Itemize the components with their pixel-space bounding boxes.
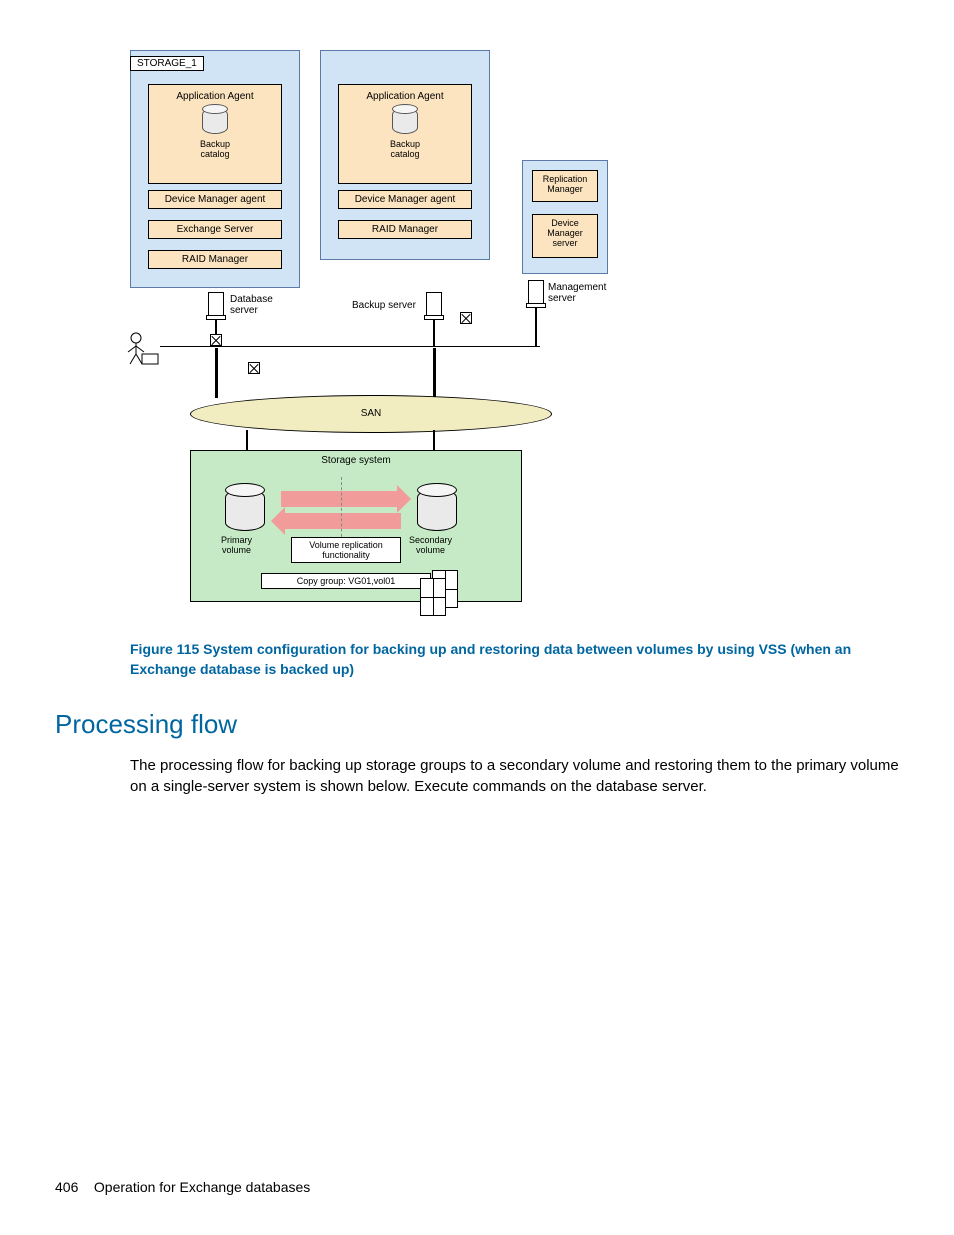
conn-line xyxy=(535,308,537,346)
san-line xyxy=(215,348,218,398)
page-number: 406 xyxy=(55,1179,78,1195)
backup-catalog-label: Backup catalog xyxy=(153,139,277,159)
bk-dm-agent: Device Manager agent xyxy=(338,190,472,209)
storage-system: Storage system Primary volume Secondary … xyxy=(190,450,522,602)
san-line xyxy=(433,348,436,398)
mgmt-server-label: Management server xyxy=(548,282,606,304)
secondary-volume-label: Secondary volume xyxy=(409,535,452,555)
db-raid-manager: RAID Manager xyxy=(148,250,282,269)
primary-volume-icon xyxy=(225,489,265,531)
app-agent-label: Application Agent xyxy=(153,91,277,102)
port-icon xyxy=(460,312,472,324)
section-heading: Processing flow xyxy=(55,709,899,740)
backup-server-icon xyxy=(426,292,442,316)
backup-server-label: Backup server xyxy=(352,300,416,311)
replicate-arrow-left xyxy=(285,513,401,529)
replicate-arrow-right xyxy=(281,491,397,507)
bk-app-agent-label: Application Agent xyxy=(343,91,467,102)
volume-replication-label: Volume replication functionality xyxy=(291,537,401,563)
storage-tag: STORAGE_1 xyxy=(130,56,204,71)
device-manager-server: Device Manager server xyxy=(532,214,598,258)
footer-title: Operation for Exchange databases xyxy=(94,1179,310,1195)
port-icon xyxy=(248,362,260,374)
secondary-volume-icon xyxy=(417,489,457,531)
db-server-label: Database server xyxy=(230,294,273,316)
body-paragraph: The processing flow for backing up stora… xyxy=(130,755,899,797)
system-diagram: STORAGE_1 Application Agent Backup catal… xyxy=(130,50,650,620)
bk-app-agent-box: Application Agent Backup catalog xyxy=(338,84,472,184)
port-icon xyxy=(210,334,222,346)
storage-title: Storage system xyxy=(191,455,521,466)
san-label: SAN xyxy=(190,395,552,433)
bk-raid-manager: RAID Manager xyxy=(338,220,472,239)
bk-backup-catalog-label: Backup catalog xyxy=(343,139,467,159)
disk-array-icon xyxy=(420,578,446,616)
network-line xyxy=(160,346,540,347)
db-exchange-server: Exchange Server xyxy=(148,220,282,239)
db-server-icon xyxy=(208,292,224,316)
page-footer: 406 Operation for Exchange databases xyxy=(55,1179,310,1195)
db-app-agent-box: Application Agent Backup catalog xyxy=(148,84,282,184)
figure-caption: Figure 115 System configuration for back… xyxy=(130,640,899,679)
conn-line xyxy=(433,320,435,346)
primary-volume-label: Primary volume xyxy=(221,535,252,555)
document-page: STORAGE_1 Application Agent Backup catal… xyxy=(0,0,954,1235)
user-icon xyxy=(122,330,162,370)
replication-manager: Replication Manager xyxy=(532,170,598,202)
db-dm-agent: Device Manager agent xyxy=(148,190,282,209)
mgmt-server-icon xyxy=(528,280,544,304)
copy-group-label: Copy group: VG01,vol01 xyxy=(261,573,431,589)
